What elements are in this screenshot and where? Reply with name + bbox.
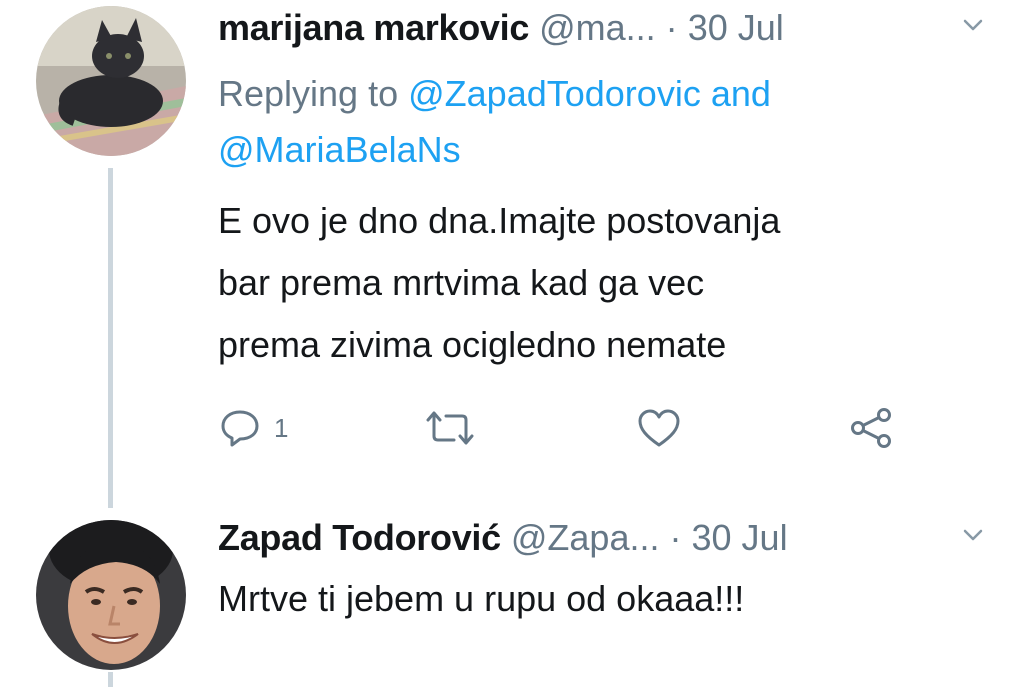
replying-prefix: Replying to [218,73,399,114]
tweet-header: Zapad Todorović @Zapa... · 30 Jul [218,516,1024,560]
share-button[interactable] [848,400,894,456]
chevron-down-icon[interactable] [962,524,984,546]
share-icon [851,408,891,448]
retweet-icon [426,411,474,445]
tweet-text: Mrtve ti jebem u rupu od okaaa!!! [218,568,744,630]
reply-button[interactable]: 1 [218,400,288,456]
timestamp[interactable]: 30 Jul [692,517,788,558]
tweet-actions: 1 [218,400,918,456]
tweet-text-line: Mrtve ti jebem u rupu od okaaa!!! [218,578,745,619]
replying-to: Replying to @ZapadTodorovic and @MariaBe… [218,66,771,178]
reply-icon [221,410,259,447]
mention-link[interactable]: @MariaBelaNs [218,129,461,170]
tweet-text-line: prema zivima ocigledno nemate [218,324,727,365]
like-button[interactable] [636,400,682,456]
reply-count: 1 [274,412,289,443]
user-handle[interactable]: @ma... [539,7,656,48]
chevron-down-icon[interactable] [962,14,984,36]
tweet-reply[interactable]: marijana markovic @ma... · 30 Jul Replyi… [0,0,1024,490]
tweet-original[interactable]: Zapad Todorović @Zapa... · 30 Jul Mrtve … [0,510,1024,687]
separator-dot: · [665,7,678,48]
timestamp[interactable]: 30 Jul [688,7,784,48]
heart-icon [638,409,680,447]
tweet-header: marijana markovic @ma... · 30 Jul [218,6,1024,50]
display-name[interactable]: Zapad Todorović [218,517,501,558]
separator-dot: · [669,517,682,558]
tweet-text: E ovo je dno dna.Imajte postovanja bar p… [218,190,780,376]
retweet-button[interactable] [424,400,476,456]
mention-and[interactable]: and [711,73,771,114]
user-handle[interactable]: @Zapa... [511,517,660,558]
tweet-text-line: E ovo je dno dna.Imajte postovanja [218,200,781,241]
tweet-text-line: bar prema mrtvima kad ga vec [218,262,705,303]
cat-avatar[interactable] [36,6,186,156]
display-name[interactable]: marijana markovic [218,7,529,48]
mention-link[interactable]: @ZapadTodorovic [408,73,701,114]
person-avatar[interactable] [36,520,186,670]
